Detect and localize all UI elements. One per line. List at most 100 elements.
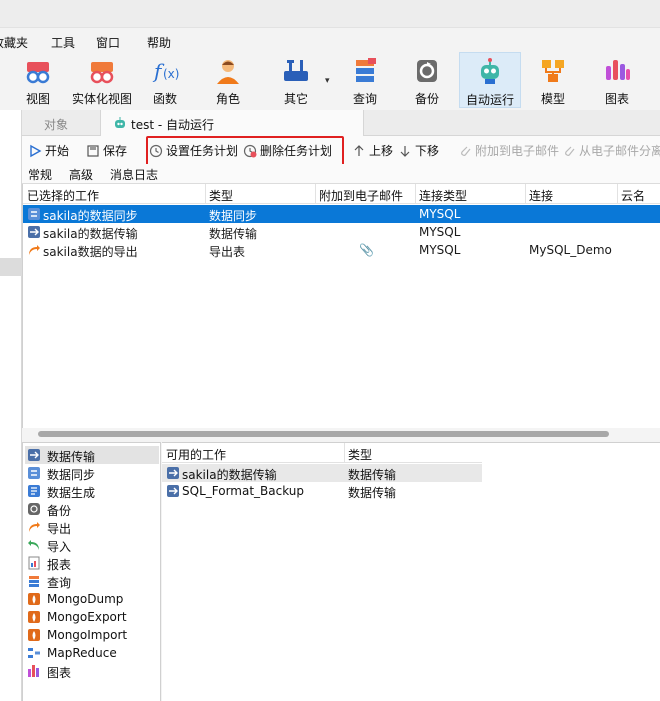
chart-icon xyxy=(606,60,630,80)
job-type-data-generation[interactable]: 数据生成 xyxy=(25,482,159,500)
mongo-icon xyxy=(28,629,40,641)
col-cloud-name[interactable]: 云名 xyxy=(621,187,645,204)
subtab-general[interactable]: 常规 xyxy=(28,166,52,183)
col-connection[interactable]: 连接 xyxy=(529,187,553,204)
job-type-mongoexport[interactable]: MongoExport xyxy=(25,608,159,626)
table-row[interactable]: sakila的数据传输 数据传输 MYSQL xyxy=(23,223,660,241)
list-item[interactable]: sakila的数据传输 数据传输 xyxy=(162,464,482,482)
paperclip-icon xyxy=(461,146,471,156)
toolbar-automation-label: 自动运行 xyxy=(465,93,514,107)
available-jobs-grid: 可用的工作 类型 sakila的数据传输 数据传输 SQL_Format_Bac… xyxy=(162,442,660,701)
scrollbar-thumb[interactable] xyxy=(38,431,609,437)
toolbar-materialized-view-button[interactable]: 实体化视图 xyxy=(70,52,134,108)
import-icon xyxy=(28,540,39,550)
job-type-data-sync[interactable]: 数据同步 xyxy=(25,464,159,482)
col-connection-type[interactable]: 连接类型 xyxy=(419,187,467,204)
job-type-chart[interactable]: 图表 xyxy=(25,662,159,680)
toolbar-other-button[interactable]: 其它 xyxy=(272,52,320,108)
selected-jobs-header: 已选择的工作 类型 附加到电子邮件 连接类型 连接 云名 xyxy=(23,184,660,204)
toolbar-view-label: 视图 xyxy=(25,92,50,106)
menu-favorites[interactable]: 收藏夹 xyxy=(0,34,28,51)
col-type[interactable]: 类型 xyxy=(209,187,233,204)
job-type-label: 报表 xyxy=(47,558,72,572)
subtab-message-log[interactable]: 消息日志 xyxy=(110,166,158,183)
toolbar-role-label: 角色 xyxy=(215,92,240,106)
tab-automation-label: test - 自动运行 xyxy=(131,118,215,132)
menu-help[interactable]: 帮助 xyxy=(147,34,171,51)
main-toolbar: 视图 实体化视图 f (x) 函数 角色 其它 ▾ 查询 备份 自动运行 模型 … xyxy=(0,52,660,110)
toolbar-function-button[interactable]: f (x) 函数 xyxy=(142,52,188,108)
job-type-mapreduce[interactable]: MapReduce xyxy=(25,644,159,662)
job-type-backup[interactable]: 备份 xyxy=(25,500,159,518)
data-sync-icon xyxy=(28,467,40,479)
job-name-cell: sakila的数据传输 xyxy=(43,227,138,241)
job-type-label: MongoImport xyxy=(47,628,128,642)
job-type-data-transfer[interactable]: 数据传输 xyxy=(25,446,159,464)
tab-bar: 对象 test - 自动运行 xyxy=(22,110,660,136)
start-button[interactable]: 开始 xyxy=(28,142,69,159)
tab-automation[interactable]: test - 自动运行 xyxy=(100,110,364,136)
col-available-type[interactable]: 类型 xyxy=(348,446,372,463)
job-conn-type-cell: MYSQL xyxy=(419,207,461,221)
col-divider xyxy=(617,184,618,204)
report-icon xyxy=(28,556,40,570)
list-item[interactable]: SQL_Format_Backup 数据传输 xyxy=(162,482,482,500)
tab-objects[interactable]: 对象 xyxy=(44,116,68,133)
data-transfer-icon xyxy=(28,226,40,238)
col-selected-job[interactable]: 已选择的工作 xyxy=(27,187,99,204)
function-icon: f (x) xyxy=(152,59,179,83)
mongo-icon xyxy=(28,611,40,623)
mongo-icon xyxy=(28,593,40,605)
toolbar-query-button[interactable]: 查询 xyxy=(342,52,388,108)
job-type-report[interactable]: 报表 xyxy=(25,554,159,572)
job-type-label: MongoExport xyxy=(47,610,127,624)
job-type-cell: 数据传输 xyxy=(209,227,258,241)
toolbar-view-button[interactable]: 视图 xyxy=(14,52,62,108)
navigation-selected-item[interactable] xyxy=(0,258,22,276)
save-button[interactable]: 保存 xyxy=(86,142,127,159)
move-up-button[interactable]: 上移 xyxy=(352,142,393,159)
data-transfer-icon xyxy=(28,449,40,461)
table-row[interactable]: sakila的数据同步 数据同步 MYSQL xyxy=(23,205,660,223)
job-conn-type-cell: MYSQL xyxy=(419,225,461,239)
detach-email-button[interactable]: 从电子邮件分离 xyxy=(562,142,660,159)
horizontal-scrollbar[interactable] xyxy=(22,428,660,440)
toolbar-materialized-view-label: 实体化视图 xyxy=(71,92,132,106)
toolbar-chart-button[interactable]: 图表 xyxy=(594,52,640,108)
chart-icon xyxy=(28,665,39,677)
available-job-type: 数据传输 xyxy=(348,468,397,482)
arrow-down-icon xyxy=(400,146,410,157)
start-button-label: 开始 xyxy=(45,144,70,158)
col-available-job[interactable]: 可用的工作 xyxy=(166,446,226,463)
table-row[interactable]: sakila数据的导出 导出表 📎 MYSQL MySQL_Demo xyxy=(23,241,660,259)
navigation-pane[interactable] xyxy=(0,110,22,701)
other-dropdown-arrow[interactable]: ▾ xyxy=(325,76,330,86)
job-type-import[interactable]: 导入 xyxy=(25,536,159,554)
toolbar-function-label: 函数 xyxy=(152,92,177,106)
job-type-export[interactable]: 导出 xyxy=(25,518,159,536)
data-transfer-icon xyxy=(167,467,179,479)
menu-tools[interactable]: 工具 xyxy=(51,34,75,51)
menu-window[interactable]: 窗口 xyxy=(96,34,120,51)
move-down-button-label: 下移 xyxy=(415,144,440,158)
job-type-query[interactable]: 查询 xyxy=(25,572,159,590)
backup-icon xyxy=(417,60,437,82)
tab-robot-icon xyxy=(115,117,125,128)
job-type-label: MapReduce xyxy=(47,646,117,660)
toolbar-backup-button[interactable]: 备份 xyxy=(404,52,450,108)
move-down-button[interactable]: 下移 xyxy=(398,142,439,159)
toolbar-role-button[interactable]: 角色 xyxy=(205,52,251,108)
backup-icon xyxy=(28,503,40,515)
job-type-mongoimport[interactable]: MongoImport xyxy=(25,626,159,644)
job-type-cell: 导出表 xyxy=(209,245,246,259)
job-connection-cell: MySQL_Demo xyxy=(529,243,612,257)
data-transfer-icon xyxy=(167,485,179,497)
job-type-mongodump[interactable]: MongoDump xyxy=(25,590,159,608)
toolbar-automation-button[interactable]: 自动运行 xyxy=(459,52,521,108)
toolbar-model-button[interactable]: 模型 xyxy=(530,52,576,108)
attach-email-button[interactable]: 附加到电子邮件 xyxy=(458,142,559,159)
col-divider xyxy=(525,184,526,204)
view-icon xyxy=(26,62,50,84)
subtab-advanced[interactable]: 高级 xyxy=(69,166,93,183)
col-attached-email[interactable]: 附加到电子邮件 xyxy=(319,187,403,204)
